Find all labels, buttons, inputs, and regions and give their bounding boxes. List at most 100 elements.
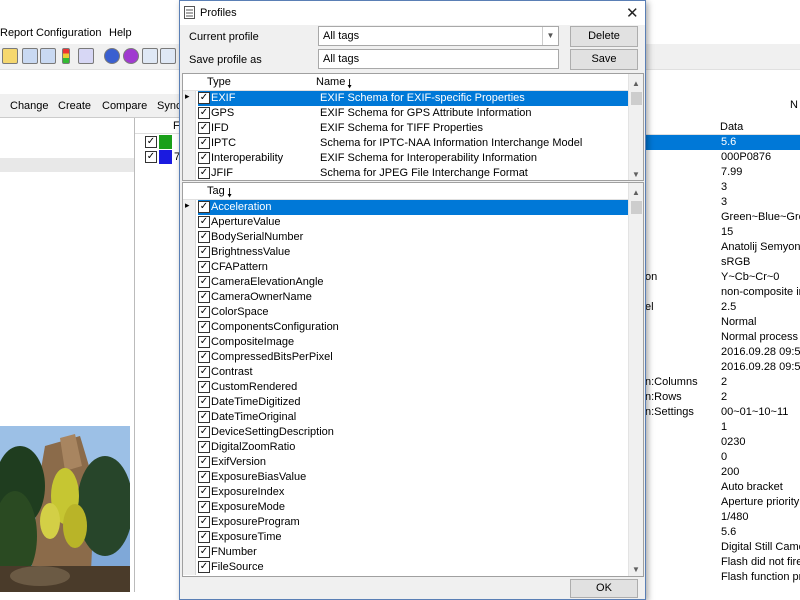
property-value[interactable]: 00~01~10~11	[721, 406, 800, 421]
row-checkbox[interactable]: ✓	[198, 351, 210, 363]
tag-row[interactable]: ✓ FNumber	[183, 545, 643, 560]
tab-compare[interactable]: Compare	[102, 100, 147, 112]
scroll-down-icon[interactable]: ▼	[632, 170, 640, 179]
property-value[interactable]: 2	[721, 376, 800, 391]
row-checkbox[interactable]: ✓	[198, 441, 210, 453]
save-profile-input[interactable]: All tags	[318, 49, 559, 69]
property-value[interactable]: Green~Blue~Green	[721, 211, 800, 226]
tab-change[interactable]: Change	[10, 100, 49, 112]
type-row[interactable]: ✓ JFIF Schema for JPEG File Interchange Fo…	[183, 166, 643, 180]
tag-row[interactable]: ✓ CameraElevationAngle	[183, 275, 643, 290]
tag-row[interactable]: ✓ ExposureProgram	[183, 515, 643, 530]
property-value[interactable]: Y~Cb~Cr~0	[721, 271, 800, 286]
row-checkbox[interactable]: ✓	[198, 501, 210, 513]
property-value[interactable]: 1	[721, 421, 800, 436]
column-tag[interactable]: Tag	[207, 185, 225, 197]
chevron-down-icon[interactable]: ▼	[542, 27, 558, 45]
ok-button[interactable]: OK	[570, 579, 638, 598]
property-value[interactable]: 200	[721, 466, 800, 481]
row-checkbox[interactable]: ✓	[145, 136, 157, 148]
tag-row[interactable]: ✓ DateTimeDigitized	[183, 395, 643, 410]
row-checkbox[interactable]: ✓	[198, 426, 210, 438]
type-row[interactable]: ✓ GPS EXIF Schema for GPS Attribute Inform…	[183, 106, 643, 121]
row-checkbox[interactable]: ✓	[198, 486, 210, 498]
property-value[interactable]: 3	[721, 181, 800, 196]
tag-table-scrollbar[interactable]: ▲ ▼	[628, 183, 643, 576]
scroll-up-icon[interactable]: ▲	[632, 79, 640, 88]
row-checkbox[interactable]: ✓	[198, 92, 210, 104]
row-checkbox[interactable]: ✓	[198, 167, 210, 179]
panel-icon[interactable]	[160, 48, 176, 64]
delete-button[interactable]: Delete	[570, 26, 638, 47]
row-checkbox[interactable]: ✓	[198, 456, 210, 468]
scroll-thumb[interactable]	[631, 201, 642, 214]
column-name[interactable]: Name	[316, 76, 345, 88]
row-checkbox[interactable]: ✓	[198, 561, 210, 573]
row-checkbox[interactable]: ✓	[198, 122, 210, 134]
property-value[interactable]: 15	[721, 226, 800, 241]
menu-configuration[interactable]: Configuration	[36, 27, 101, 39]
tag-row[interactable]: ✓ ExposureIndex	[183, 485, 643, 500]
row-checkbox[interactable]: ✓	[198, 546, 210, 558]
property-value[interactable]: Flash did not fire	[721, 556, 800, 571]
property-value[interactable]: 7.99	[721, 166, 800, 181]
property-value[interactable]: 2016.09.28 09:54	[721, 346, 800, 361]
tag-row[interactable]: ✓ CustomRendered	[183, 380, 643, 395]
property-value[interactable]: 0	[721, 451, 800, 466]
scroll-up-icon[interactable]: ▲	[632, 188, 640, 197]
row-checkbox[interactable]: ✓	[198, 261, 210, 273]
row-checkbox[interactable]: ✓	[198, 516, 210, 528]
tag-row[interactable]: ✓ BrightnessValue	[183, 245, 643, 260]
info-icon[interactable]	[104, 48, 120, 64]
file-tree-panel[interactable]	[0, 118, 134, 426]
scroll-down-icon[interactable]: ▼	[632, 565, 640, 574]
tab-create[interactable]: Create	[58, 100, 91, 112]
property-value[interactable]: Digital Still Came	[721, 541, 800, 556]
folder-icon[interactable]	[2, 48, 18, 64]
type-row[interactable]: ✓ Interoperability EXIF Schema for Interop…	[183, 151, 643, 166]
tab-sync[interactable]: Sync	[157, 100, 181, 112]
menu-report[interactable]: Report	[0, 27, 33, 39]
property-value[interactable]: Normal	[721, 316, 800, 331]
tag-row[interactable]: ✓ DateTimeOriginal	[183, 410, 643, 425]
tag-row[interactable]: ▸ ✓ Acceleration	[183, 200, 643, 215]
property-value[interactable]: 1/480	[721, 511, 800, 526]
property-value[interactable]: Anatolij Semyono	[721, 241, 800, 256]
tag-row[interactable]: ✓ FileSource	[183, 560, 643, 575]
row-checkbox[interactable]: ✓	[198, 216, 210, 228]
row-checkbox[interactable]: ✓	[198, 231, 210, 243]
row-checkbox[interactable]: ✓	[198, 411, 210, 423]
property-value[interactable]: non-composite im	[721, 286, 800, 301]
row-checkbox[interactable]: ✓	[198, 201, 210, 213]
tag-row[interactable]: ✓ Contrast	[183, 365, 643, 380]
property-value[interactable]: 2	[721, 391, 800, 406]
row-checkbox[interactable]: ✓	[198, 306, 210, 318]
menu-help[interactable]: Help	[109, 27, 132, 39]
tag-row[interactable]: ✓ ExposureBiasValue	[183, 470, 643, 485]
row-checkbox[interactable]: ✓	[198, 291, 210, 303]
row-checkbox[interactable]: ✓	[198, 471, 210, 483]
tag-row[interactable]: ✓ ComponentsConfiguration	[183, 320, 643, 335]
property-value[interactable]: sRGB	[721, 256, 800, 271]
row-checkbox[interactable]: ✓	[145, 151, 157, 163]
row-checkbox[interactable]: ✓	[198, 276, 210, 288]
tag-row[interactable]: ✓ ApertureValue	[183, 215, 643, 230]
column-type[interactable]: Type	[207, 76, 231, 88]
file-list[interactable]: F ✓ ✓ 7	[134, 118, 181, 592]
tag-row[interactable]: ✓ ColorSpace	[183, 305, 643, 320]
property-value[interactable]: Flash function pre	[721, 571, 800, 586]
tag-row[interactable]: ✓ BodySerialNumber	[183, 230, 643, 245]
current-profile-select[interactable]: All tags ▼	[318, 26, 559, 46]
close-icon[interactable]: ✕	[626, 4, 639, 22]
tag-row[interactable]: ✓ CameraOwnerName	[183, 290, 643, 305]
tag-row[interactable]: ✓ CFAPattern	[183, 260, 643, 275]
tag-row[interactable]: ✓ ExifVersion	[183, 455, 643, 470]
row-checkbox[interactable]: ✓	[198, 137, 210, 149]
window-icon[interactable]	[142, 48, 158, 64]
remove-icon[interactable]	[40, 48, 56, 64]
scroll-thumb[interactable]	[631, 92, 642, 105]
property-value[interactable]: 000P0876	[721, 151, 800, 166]
traffic-light-icon[interactable]	[62, 48, 70, 64]
tag-row[interactable]: ✓ ExposureMode	[183, 500, 643, 515]
row-checkbox[interactable]: ✓	[198, 531, 210, 543]
